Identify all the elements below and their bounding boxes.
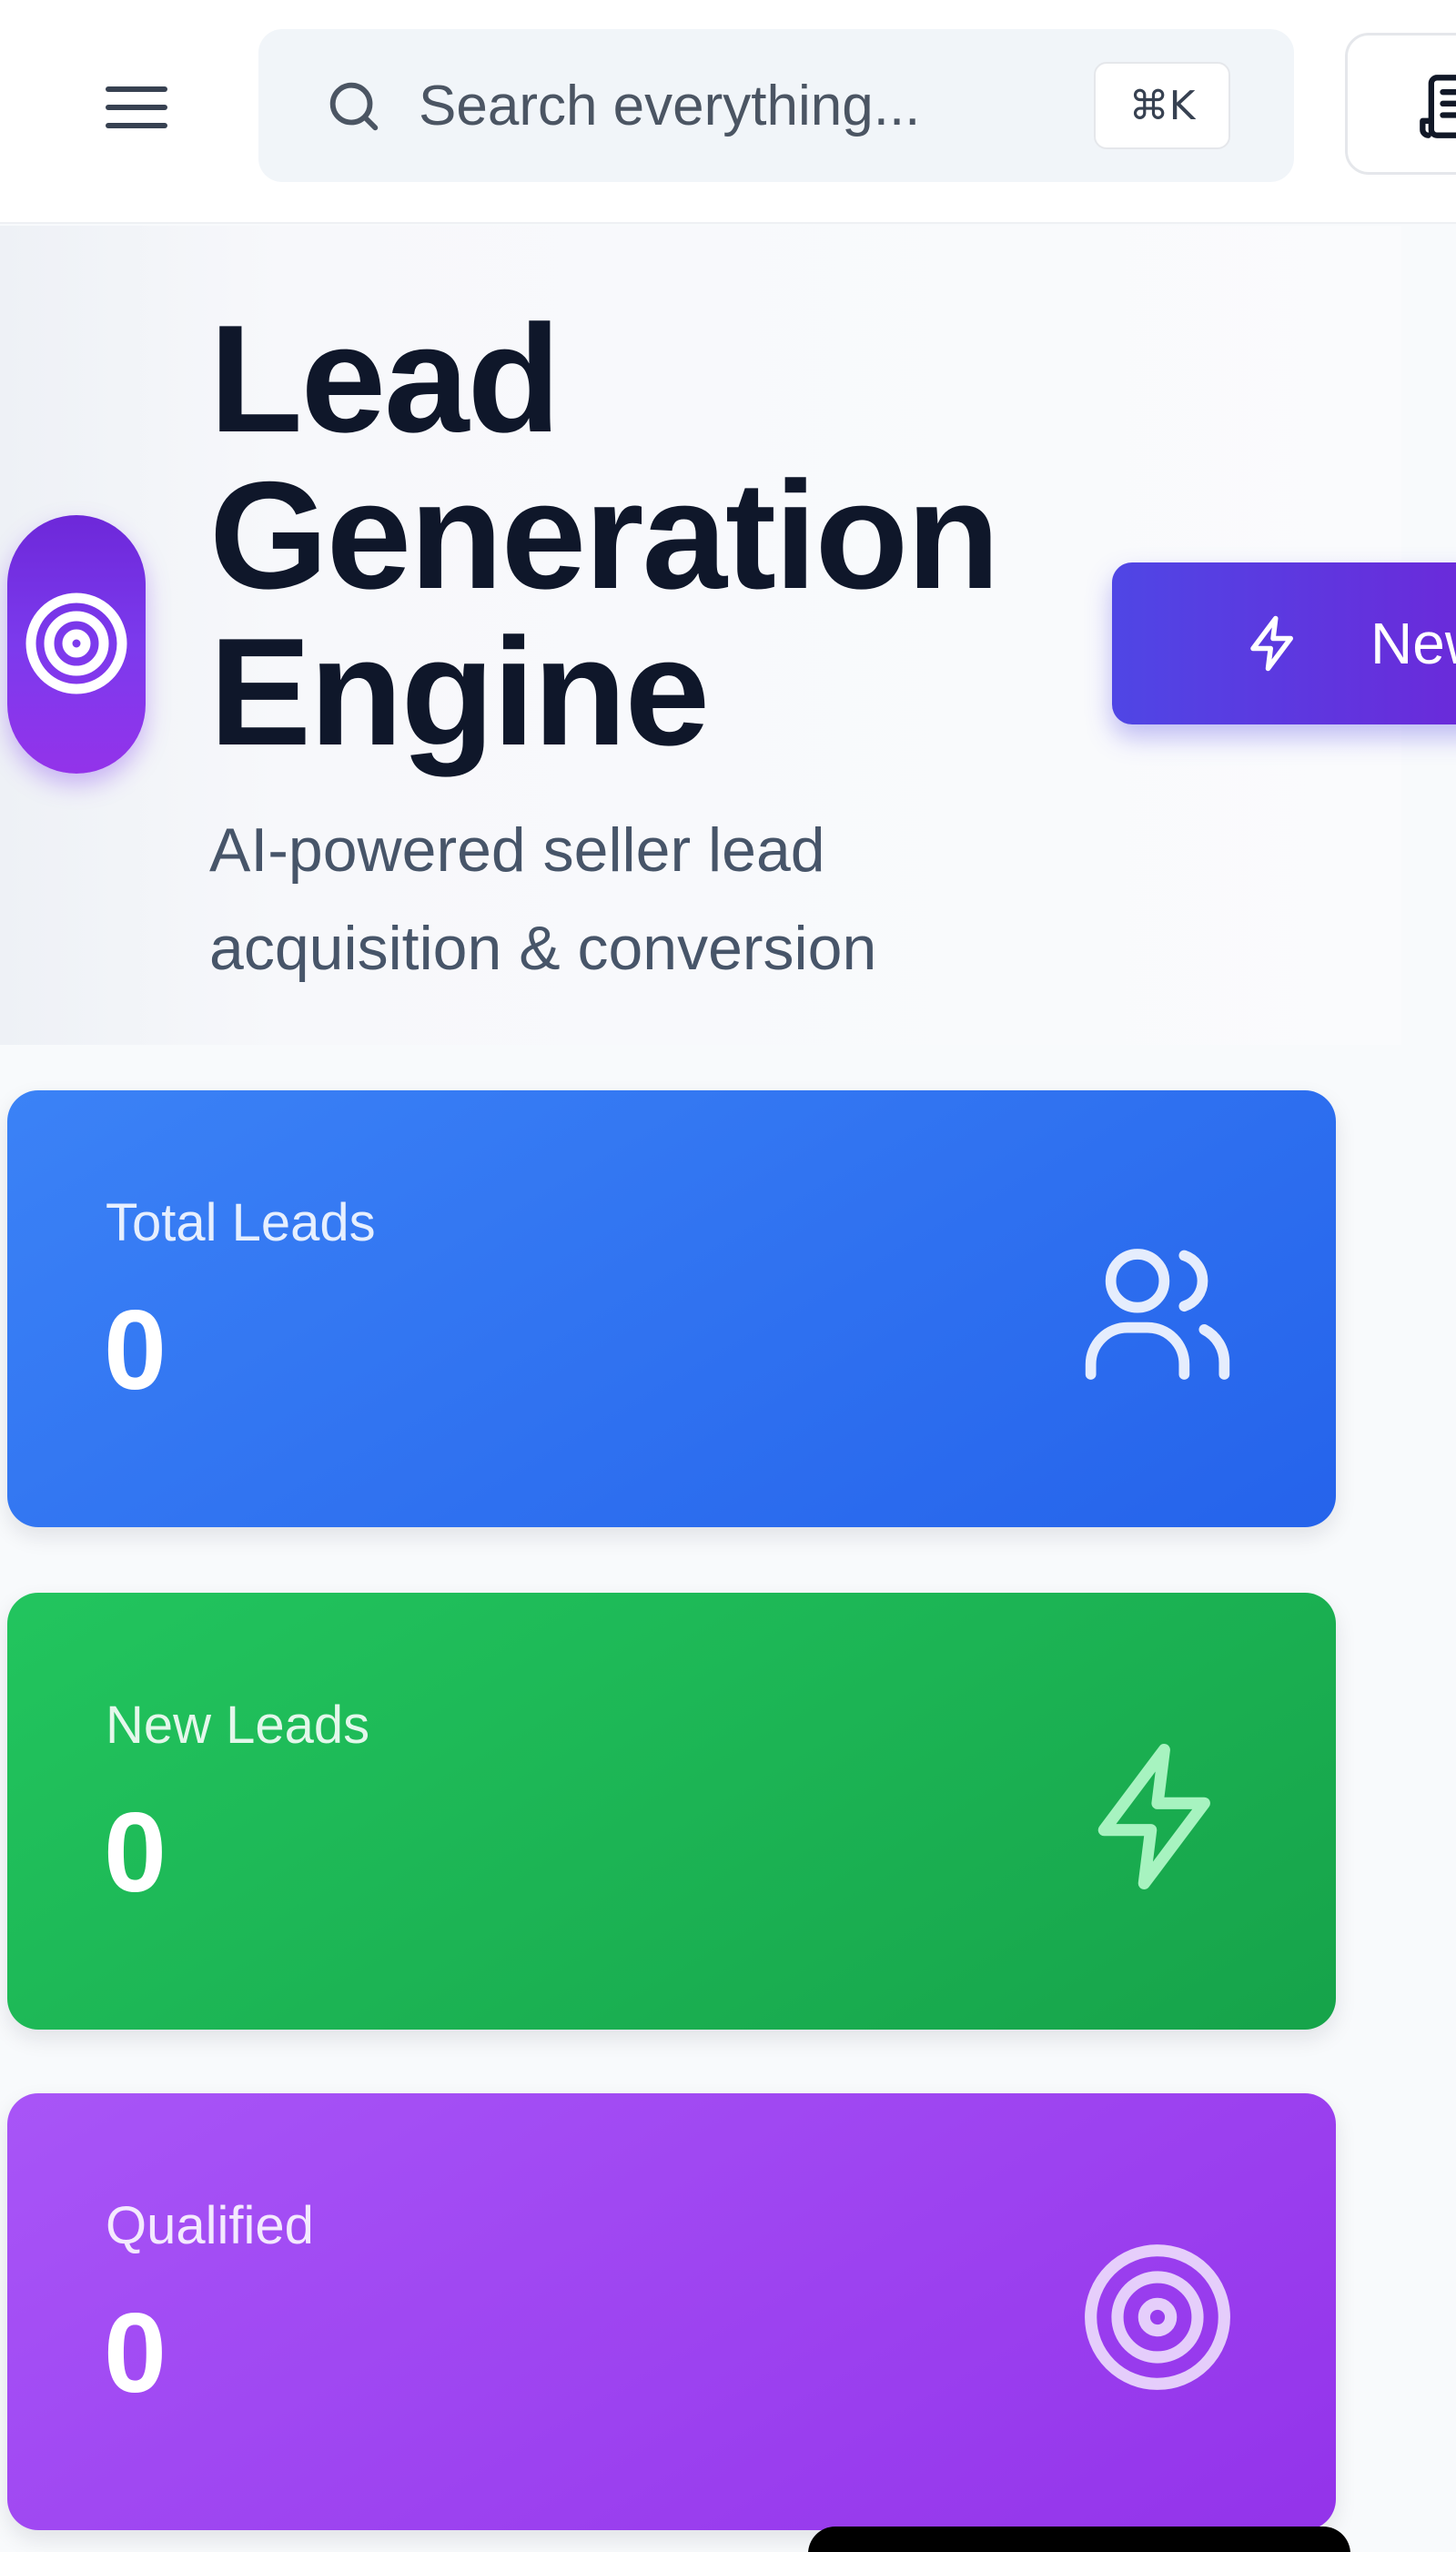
stat-label: New Leads <box>106 1696 370 1755</box>
page-title: Lead Generation Engine <box>209 300 1119 770</box>
search-shortcut-badge: ⌘K <box>1094 62 1230 149</box>
menu-button[interactable] <box>95 75 178 140</box>
page-title-line: Lead <box>209 293 561 464</box>
target-icon <box>25 592 127 694</box>
home-indicator <box>808 2527 1350 2552</box>
hero-badge <box>7 515 146 774</box>
menu-icon-bar <box>106 123 167 128</box>
search-box[interactable]: ⌘K <box>258 29 1294 182</box>
zap-icon <box>1097 1744 1210 1889</box>
stat-value: 0 <box>104 1288 167 1413</box>
zap-icon <box>1250 615 1293 672</box>
new-lead-button-label: New <box>1370 611 1456 676</box>
stat-card-qualified[interactable]: Qualified 0 <box>7 2093 1336 2530</box>
document-button[interactable] <box>1345 33 1456 175</box>
stat-label: Qualified <box>106 2196 314 2255</box>
stat-card-new-leads[interactable]: New Leads 0 <box>7 1593 1336 2030</box>
document-icon <box>1420 75 1456 138</box>
page-subtitle: AI-powered seller lead acquisition & con… <box>209 801 1119 998</box>
page-title-line: Generation <box>209 450 1000 621</box>
search-icon <box>329 82 379 131</box>
menu-icon-bar <box>106 105 167 110</box>
menu-icon-bar <box>106 86 167 92</box>
new-lead-button[interactable]: New <box>1112 562 1456 724</box>
stat-value: 0 <box>104 2291 167 2416</box>
stat-card-total-leads[interactable]: Total Leads 0 <box>7 1090 1336 1527</box>
page-subtitle-line: AI-powered seller lead <box>209 815 825 885</box>
target-icon <box>1085 2244 1230 2390</box>
stat-label: Total Leads <box>106 1193 376 1252</box>
stat-value: 0 <box>104 1790 167 1916</box>
top-bar: ⌘K <box>0 0 1456 224</box>
users-icon <box>1085 1249 1230 1380</box>
page-title-line: Engine <box>209 606 710 777</box>
page-subtitle-line: acquisition & conversion <box>209 914 877 983</box>
